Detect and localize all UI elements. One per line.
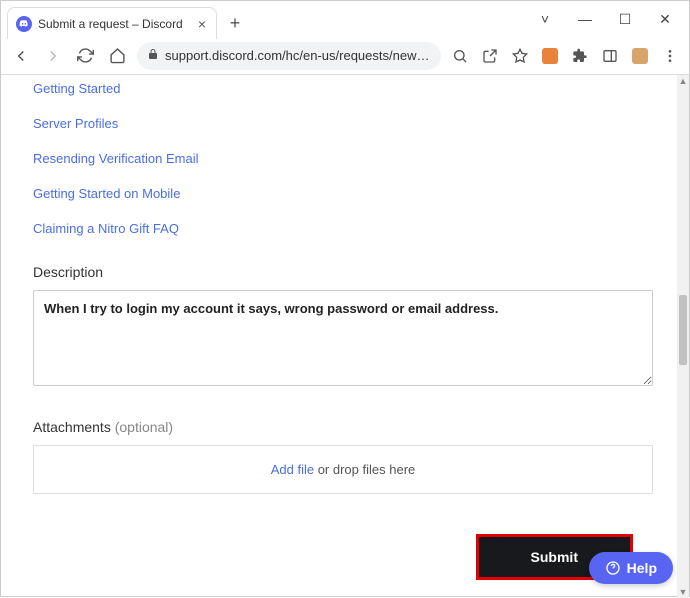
suggested-link[interactable]: Server Profiles	[33, 116, 653, 131]
suggested-link[interactable]: Getting Started	[33, 81, 653, 96]
suggested-link[interactable]: Claiming a Nitro Gift FAQ	[33, 221, 653, 236]
tab-title: Submit a request – Discord	[38, 17, 190, 31]
back-icon[interactable]	[9, 44, 33, 68]
url-text: support.discord.com/hc/en-us/requests/ne…	[165, 48, 431, 63]
menu-kebab-icon[interactable]	[659, 45, 681, 67]
attachments-label: Attachments (optional)	[33, 419, 653, 435]
reload-icon[interactable]	[73, 44, 97, 68]
home-icon[interactable]	[105, 44, 129, 68]
browser-tab[interactable]: Submit a request – Discord ×	[7, 7, 217, 39]
discord-favicon-icon	[16, 16, 32, 32]
extensions-icon[interactable]	[569, 45, 591, 67]
share-icon[interactable]	[479, 45, 501, 67]
close-tab-icon[interactable]: ×	[196, 16, 208, 32]
scroll-down-icon[interactable]: ▼	[677, 586, 689, 598]
zoom-icon[interactable]	[449, 45, 471, 67]
bookmark-star-icon[interactable]	[509, 45, 531, 67]
suggested-link[interactable]: Resending Verification Email	[33, 151, 653, 166]
attachments-optional-text: (optional)	[115, 419, 173, 435]
help-widget[interactable]: Help	[589, 552, 673, 584]
browser-toolbar: support.discord.com/hc/en-us/requests/ne…	[1, 37, 689, 75]
attachments-label-text: Attachments	[33, 419, 111, 435]
submit-row: Submit	[33, 534, 653, 580]
extension-metamask-icon[interactable]	[539, 45, 561, 67]
window-controls: ˅ — ☐ ✕	[525, 1, 689, 33]
help-question-icon	[605, 560, 621, 576]
address-bar[interactable]: support.discord.com/hc/en-us/requests/ne…	[137, 42, 441, 70]
description-label: Description	[33, 264, 653, 280]
browser-titlebar: Submit a request – Discord × + ˅ — ☐ ✕	[1, 1, 689, 37]
lock-icon	[147, 48, 159, 63]
drop-files-text: or drop files here	[314, 462, 415, 477]
new-tab-button[interactable]: +	[221, 9, 249, 37]
sidepanel-icon[interactable]	[599, 45, 621, 67]
vertical-scrollbar[interactable]: ▲ ▼	[677, 75, 689, 598]
help-label: Help	[627, 560, 657, 576]
page-content: Getting Started Server Profiles Resendin…	[1, 75, 677, 598]
forward-icon[interactable]	[41, 44, 65, 68]
close-window-icon[interactable]: ✕	[645, 5, 685, 33]
window-dropdown-icon[interactable]: ˅	[525, 5, 565, 33]
scroll-thumb[interactable]	[679, 295, 687, 365]
scroll-up-icon[interactable]: ▲	[677, 75, 689, 87]
maximize-icon[interactable]: ☐	[605, 5, 645, 33]
suggested-link[interactable]: Getting Started on Mobile	[33, 186, 653, 201]
attachments-dropzone[interactable]: Add file or drop files here	[33, 445, 653, 494]
minimize-icon[interactable]: —	[565, 5, 605, 33]
add-file-link[interactable]: Add file	[271, 462, 314, 477]
description-textarea[interactable]	[33, 290, 653, 386]
suggested-articles-list: Getting Started Server Profiles Resendin…	[33, 81, 653, 236]
page-viewport: Getting Started Server Profiles Resendin…	[1, 75, 689, 598]
profile-avatar-icon[interactable]	[629, 45, 651, 67]
